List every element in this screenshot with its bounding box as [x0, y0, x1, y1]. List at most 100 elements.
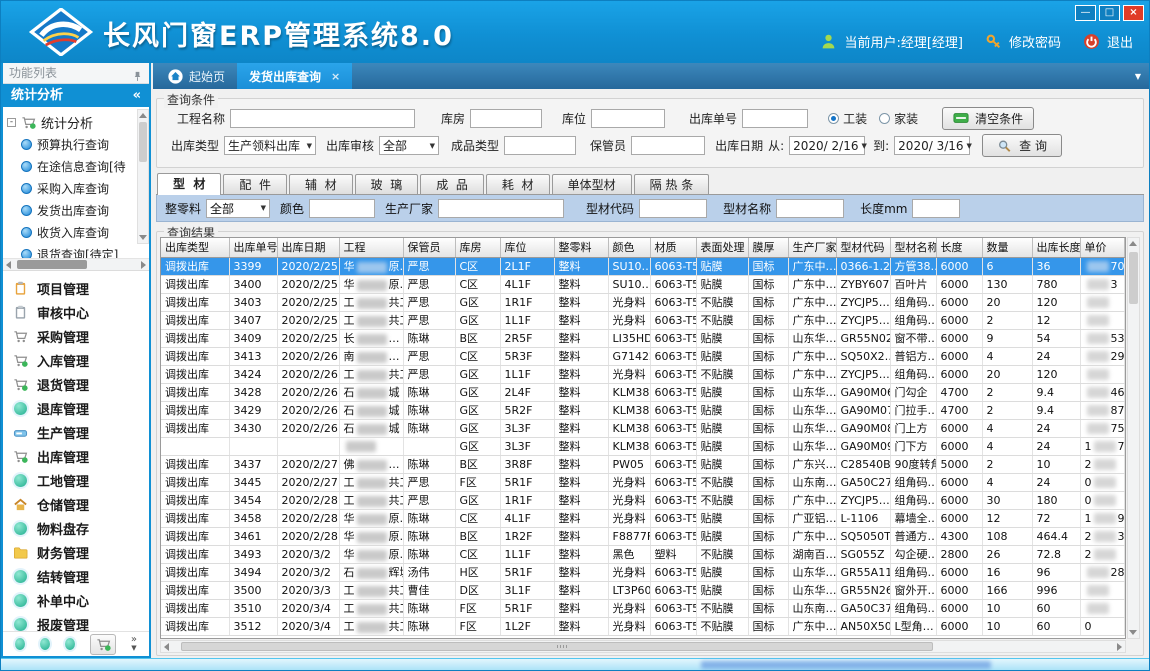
column-header[interactable]: 颜色: [608, 238, 650, 257]
tree-horizontal-scrollbar[interactable]: [3, 259, 149, 271]
table-cell[interactable]: B区: [455, 455, 500, 473]
table-cell[interactable]: 严思: [403, 293, 455, 311]
table-cell[interactable]: G区: [455, 383, 500, 401]
table-cell[interactable]: 1L1F: [500, 311, 554, 329]
table-cell[interactable]: GA50C37: [836, 599, 890, 617]
table-cell[interactable]: 3L3F: [500, 437, 554, 455]
table-cell[interactable]: 广亚铝…: [788, 509, 836, 527]
table-cell[interactable]: 10: [1032, 455, 1080, 473]
table-cell[interactable]: 调拨出库: [161, 329, 229, 347]
table-cell[interactable]: 3454: [229, 491, 277, 509]
table-cell[interactable]: 窗外开…: [890, 581, 936, 599]
table-cell[interactable]: 门拉手…: [890, 401, 936, 419]
table-cell[interactable]: 90度转角: [890, 455, 936, 473]
table-cell[interactable]: 整料: [554, 419, 608, 437]
column-header[interactable]: 出库日期: [277, 238, 339, 257]
table-cell[interactable]: 整料: [554, 293, 608, 311]
out-type-select[interactable]: 生产领料出库▼: [224, 136, 316, 155]
table-cell[interactable]: 光身料: [608, 563, 650, 581]
material-tab[interactable]: 玻 璃: [355, 174, 419, 194]
minimize-button[interactable]: —: [1075, 5, 1096, 21]
table-row[interactable]: 调拨出库34072020/2/25工共工程严思G区1L1F整料光身料6063-T…: [161, 311, 1126, 329]
table-cell[interactable]: 4300: [936, 527, 982, 545]
table-cell[interactable]: 塑料: [650, 545, 696, 563]
table-cell[interactable]: 组角码…: [890, 293, 936, 311]
table-cell[interactable]: F区: [455, 599, 500, 617]
table-cell[interactable]: 2020/3/2: [277, 563, 339, 581]
table-cell[interactable]: 6000: [936, 311, 982, 329]
table-cell[interactable]: 方管38…: [890, 257, 936, 275]
table-cell[interactable]: 1L1F: [500, 545, 554, 563]
profile-name-input[interactable]: [776, 199, 844, 218]
table-cell[interactable]: 0: [1124, 491, 1126, 509]
table-cell[interactable]: 调拨出库: [161, 491, 229, 509]
table-cell[interactable]: 3494: [229, 563, 277, 581]
table-cell[interactable]: 工共工程: [339, 311, 403, 329]
table-cell[interactable]: 幕墙全…: [890, 509, 936, 527]
table-cell[interactable]: 6000: [936, 599, 982, 617]
table-cell[interactable]: [277, 437, 339, 455]
table-cell[interactable]: 石城: [339, 383, 403, 401]
table-cell[interactable]: 16: [982, 563, 1032, 581]
table-cell[interactable]: 广东中…: [788, 311, 836, 329]
table-cell[interactable]: 贴膜: [696, 509, 748, 527]
table-cell[interactable]: C区: [455, 545, 500, 563]
table-cell[interactable]: 门下方: [890, 437, 936, 455]
table-row[interactable]: 调拨出库34372020/2/27佛…陈琳B区3R8F整料PW056063-T5…: [161, 455, 1126, 473]
table-cell[interactable]: 2020/2/25: [277, 311, 339, 329]
sidebar-module-item[interactable]: 仓储管理: [3, 492, 149, 516]
table-cell[interactable]: 严思: [403, 365, 455, 383]
column-header[interactable]: 表面处理: [696, 238, 748, 257]
table-cell[interactable]: 3R8F: [500, 455, 554, 473]
table-cell[interactable]: [1080, 311, 1124, 329]
column-header[interactable]: 工程: [339, 238, 403, 257]
table-cell[interactable]: 24: [1032, 347, 1080, 365]
table-cell[interactable]: ZYCJP5…: [836, 293, 890, 311]
table-cell[interactable]: 严思: [403, 473, 455, 491]
table-row[interactable]: 调拨出库34132020/2/26南…严思C区5R3F整料G714226063-…: [161, 347, 1126, 365]
table-cell[interactable]: 组角码…: [890, 473, 936, 491]
table-cell[interactable]: SQ5050T20: [836, 527, 890, 545]
table-cell[interactable]: 2020/2/28: [277, 527, 339, 545]
tab-list-caret-icon[interactable]: ▼: [1135, 72, 1141, 81]
table-cell[interactable]: 6000: [936, 365, 982, 383]
material-tab[interactable]: 配 件: [223, 174, 287, 194]
date-from-picker[interactable]: 2020/ 2/16▼: [789, 136, 865, 155]
table-cell[interactable]: 0: [1080, 491, 1124, 509]
table-cell[interactable]: 光身料: [608, 509, 650, 527]
table-cell[interactable]: 6000: [936, 347, 982, 365]
table-cell[interactable]: 3500: [229, 581, 277, 599]
table-cell[interactable]: 24: [1032, 437, 1080, 455]
tree-vertical-scrollbar[interactable]: [137, 109, 149, 244]
sidebar-module-item[interactable]: 工地管理: [3, 468, 149, 492]
length-input[interactable]: [912, 199, 960, 218]
table-cell[interactable]: 3400: [229, 275, 277, 293]
table-cell[interactable]: 464.4: [1032, 527, 1080, 545]
table-cell[interactable]: 2: [1080, 455, 1124, 473]
table-cell[interactable]: G区: [455, 419, 500, 437]
table-cell[interactable]: 6063-T5: [650, 347, 696, 365]
table-cell[interactable]: 陈琳: [403, 509, 455, 527]
date-to-picker[interactable]: 2020/ 3/16▼: [894, 136, 970, 155]
table-cell[interactable]: 广东中…: [788, 275, 836, 293]
table-cell[interactable]: 华原…: [339, 257, 403, 275]
table-cell[interactable]: 2L4F: [500, 383, 554, 401]
table-cell[interactable]: 山东华…: [788, 383, 836, 401]
table-cell[interactable]: 241: [1124, 347, 1126, 365]
table-cell[interactable]: 普通方…: [890, 527, 936, 545]
table-cell[interactable]: 2L1F: [500, 257, 554, 275]
table-cell[interactable]: 贴膜: [696, 275, 748, 293]
table-cell[interactable]: 439: [1124, 419, 1126, 437]
table-cell[interactable]: 贴膜: [696, 401, 748, 419]
tree-item[interactable]: 收货入库查询: [7, 221, 147, 243]
table-cell[interactable]: 6063-T5: [650, 491, 696, 509]
table-cell[interactable]: 陈琳: [403, 329, 455, 347]
material-tab[interactable]: 辅 材: [289, 174, 353, 194]
maximize-button[interactable]: □: [1099, 5, 1120, 21]
table-cell[interactable]: 佛…: [339, 455, 403, 473]
table-cell[interactable]: 6063-T5: [650, 275, 696, 293]
table-cell[interactable]: 光身料: [608, 293, 650, 311]
table-cell[interactable]: 国标: [748, 491, 788, 509]
table-cell[interactable]: C区: [455, 257, 500, 275]
table-cell[interactable]: 严思: [403, 347, 455, 365]
